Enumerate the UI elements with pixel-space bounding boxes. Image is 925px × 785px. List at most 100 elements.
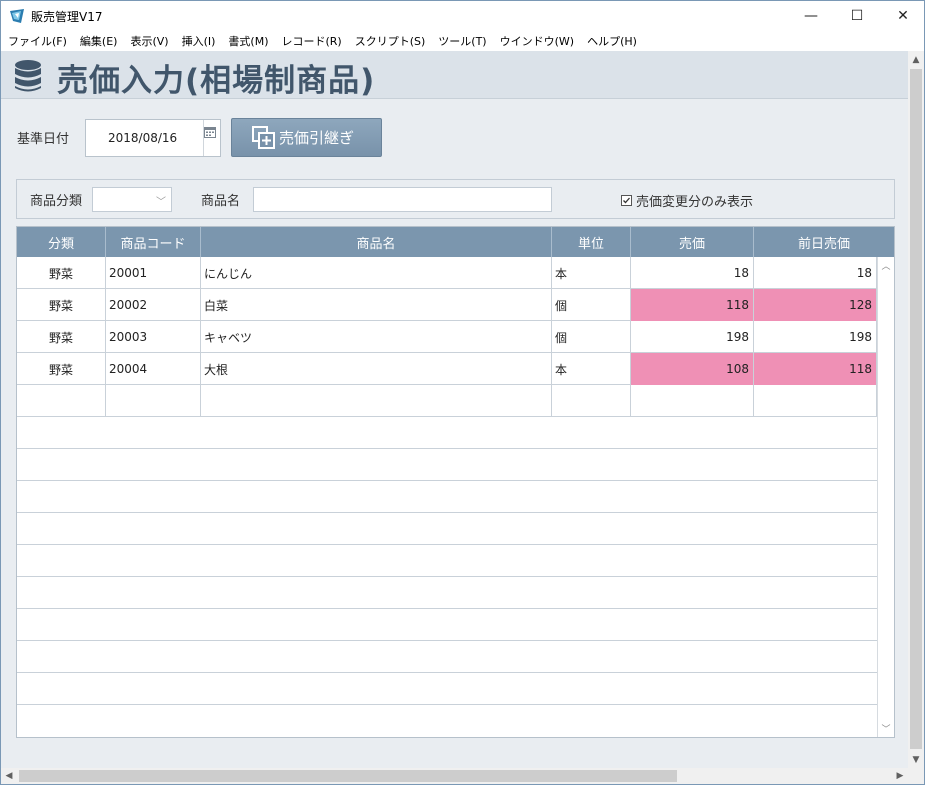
cell-code[interactable]: 20001 <box>106 257 201 289</box>
cell-price[interactable]: 198 <box>631 321 754 353</box>
menu-tools[interactable]: ツール(T) <box>438 33 486 49</box>
title-bar: 販売管理V17 — ☐ ✕ <box>1 1 924 31</box>
page-header: 売価入力(相場制商品) <box>1 51 908 99</box>
cell-price[interactable]: 18 <box>631 257 754 289</box>
menu-file[interactable]: ファイル(F) <box>8 33 67 49</box>
col-header-prev-price[interactable]: 前日売価 <box>754 227 894 257</box>
window-vertical-scrollbar[interactable]: ▲ ▼ <box>908 51 924 768</box>
scroll-right-icon[interactable]: ▶ <box>892 768 908 784</box>
new-record-row[interactable] <box>17 385 877 417</box>
cell-name-new[interactable] <box>201 385 552 417</box>
menu-view[interactable]: 表示(V) <box>130 33 168 49</box>
grid-header: 分類 商品コード 商品名 単位 売価 前日売価 <box>17 227 894 257</box>
grid-body: 野菜 20001 にんじん 本 18 18 野菜 20002 白菜 個 118 … <box>17 257 877 737</box>
table-row[interactable]: 野菜 20004 大根 本 108 118 <box>17 353 877 385</box>
empty-row <box>17 417 877 449</box>
minimize-button[interactable]: — <box>788 1 834 31</box>
checkbox-checked-icon <box>621 195 632 206</box>
maximize-button[interactable]: ☐ <box>834 1 880 31</box>
cell-unit-new[interactable] <box>552 385 631 417</box>
col-header-category[interactable]: 分類 <box>17 227 106 257</box>
empty-row <box>17 545 877 577</box>
window-horizontal-scrollbar[interactable]: ◀ ▶ <box>1 768 908 784</box>
cell-unit[interactable]: 個 <box>552 289 631 321</box>
cell-price-new[interactable] <box>631 385 754 417</box>
cell-prev-price-changed[interactable]: 128 <box>754 289 877 321</box>
menu-bar: ファイル(F) 編集(E) 表示(V) 挿入(I) 書式(M) レコード(R) … <box>1 31 924 51</box>
product-name-label: 商品名 <box>201 194 241 209</box>
cell-price-changed[interactable]: 108 <box>631 353 754 385</box>
scroll-down-icon[interactable]: ▼ <box>908 751 924 768</box>
calendar-icon[interactable] <box>204 126 216 138</box>
empty-row <box>17 673 877 705</box>
maximize-icon: ☐ <box>850 8 864 24</box>
cell-code[interactable]: 20004 <box>106 353 201 385</box>
scroll-up-icon[interactable]: ▲ <box>908 51 924 68</box>
price-grid: 分類 商品コード 商品名 単位 売価 前日売価 野菜 20001 にんじん 本 … <box>16 226 895 738</box>
cell-name[interactable]: 大根 <box>201 353 552 385</box>
empty-row <box>17 609 877 641</box>
changed-only-checkbox[interactable]: 売価変更分のみ表示 <box>621 191 753 210</box>
cell-category[interactable]: 野菜 <box>17 289 106 321</box>
menu-format[interactable]: 書式(M) <box>228 33 268 49</box>
cell-category[interactable]: 野菜 <box>17 353 106 385</box>
cell-price-changed[interactable]: 118 <box>631 289 754 321</box>
col-header-code[interactable]: 商品コード <box>106 227 201 257</box>
cell-name[interactable]: キャベツ <box>201 321 552 353</box>
window-title: 販売管理V17 <box>31 9 103 24</box>
base-date-value: 2018/08/16 <box>108 131 178 145</box>
vertical-scroll-thumb[interactable] <box>910 69 922 749</box>
database-icon <box>15 60 41 92</box>
layout-content: 売価入力(相場制商品) 基準日付 2018/08/16 売価引継ぎ 商品分類 ﹀… <box>1 51 908 768</box>
cell-category[interactable]: 野菜 <box>17 321 106 353</box>
close-button[interactable]: ✕ <box>880 1 925 31</box>
scroll-corner <box>908 768 924 784</box>
empty-row <box>17 513 877 545</box>
filter-panel: 商品分類 ﹀ 商品名 売価変更分のみ表示 <box>16 179 895 219</box>
col-header-unit[interactable]: 単位 <box>552 227 631 257</box>
app-window: 販売管理V17 — ☐ ✕ ファイル(F) 編集(E) 表示(V) 挿入(I) … <box>0 0 925 785</box>
menu-edit[interactable]: 編集(E) <box>80 33 118 49</box>
menu-help[interactable]: ヘルプ(H) <box>587 33 637 49</box>
cell-prev-price[interactable]: 198 <box>754 321 877 353</box>
cell-unit[interactable]: 本 <box>552 257 631 289</box>
cell-category-new[interactable] <box>17 385 106 417</box>
grid-scroll-up-icon[interactable]: ︿ <box>878 257 894 274</box>
cell-prev-price-changed[interactable]: 118 <box>754 353 877 385</box>
grid-scroll-down-icon[interactable]: ﹀ <box>878 720 894 737</box>
carry-over-price-button[interactable]: 売価引継ぎ <box>231 118 382 157</box>
cell-unit[interactable]: 個 <box>552 321 631 353</box>
cell-name[interactable]: 白菜 <box>201 289 552 321</box>
col-header-price[interactable]: 売価 <box>631 227 754 257</box>
base-date-field[interactable]: 2018/08/16 <box>85 119 221 157</box>
menu-insert[interactable]: 挿入(I) <box>182 33 216 49</box>
cell-code-new[interactable] <box>106 385 201 417</box>
product-name-input[interactable] <box>253 187 552 212</box>
cell-unit[interactable]: 本 <box>552 353 631 385</box>
grid-scrollbar[interactable]: ︿ ﹀ <box>877 257 894 737</box>
table-row[interactable]: 野菜 20003 キャベツ 個 198 198 <box>17 321 877 353</box>
menu-scripts[interactable]: スクリプト(S) <box>355 33 426 49</box>
horizontal-scroll-thumb[interactable] <box>19 770 677 782</box>
cell-prev-price[interactable]: 18 <box>754 257 877 289</box>
cell-prev-price-new[interactable] <box>754 385 877 417</box>
empty-row <box>17 577 877 609</box>
cell-category[interactable]: 野菜 <box>17 257 106 289</box>
copy-add-icon <box>252 125 275 149</box>
changed-only-label: 売価変更分のみ表示 <box>636 195 754 210</box>
menu-window[interactable]: ウインドウ(W) <box>500 33 574 49</box>
empty-row <box>17 641 877 673</box>
page-title: 売価入力(相場制商品) <box>57 63 376 99</box>
chevron-down-icon: ﹀ <box>156 197 166 208</box>
base-date-label: 基準日付 <box>17 132 70 147</box>
table-row[interactable]: 野菜 20002 白菜 個 118 128 <box>17 289 877 321</box>
cell-code[interactable]: 20002 <box>106 289 201 321</box>
table-row[interactable]: 野菜 20001 にんじん 本 18 18 <box>17 257 877 289</box>
scroll-left-icon[interactable]: ◀ <box>1 768 17 784</box>
app-logo-icon <box>10 9 24 23</box>
category-select[interactable]: ﹀ <box>92 187 172 212</box>
cell-name[interactable]: にんじん <box>201 257 552 289</box>
menu-records[interactable]: レコード(R) <box>281 33 341 49</box>
col-header-name[interactable]: 商品名 <box>201 227 552 257</box>
cell-code[interactable]: 20003 <box>106 321 201 353</box>
